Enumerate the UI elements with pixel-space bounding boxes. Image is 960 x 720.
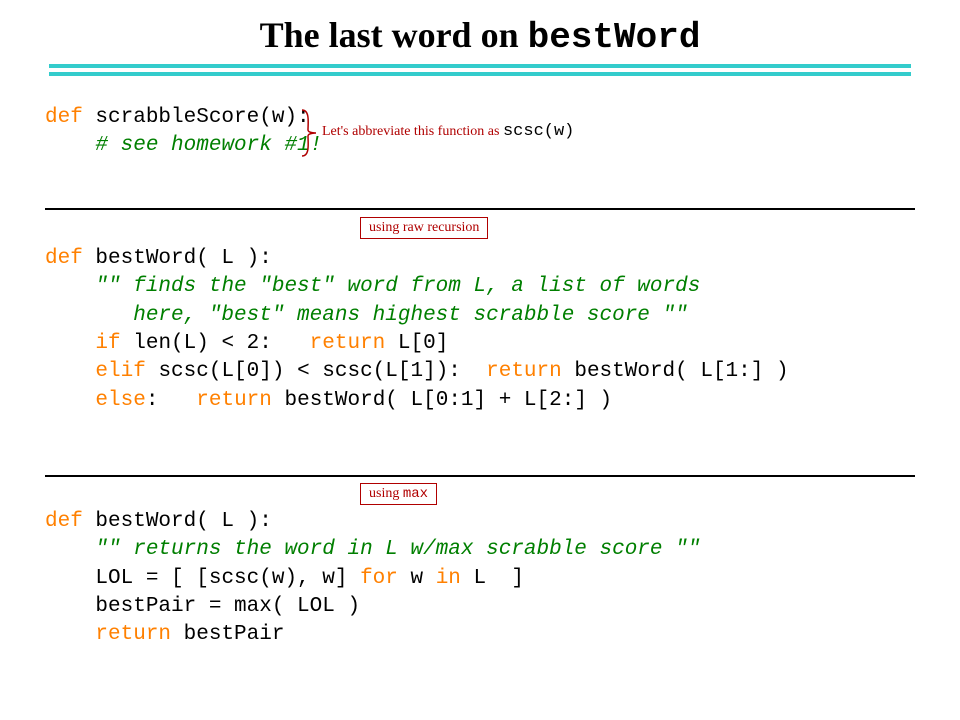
slide-title: The last word on bestWord [45,14,915,58]
code-block-bestword-recursive: def bestWord( L ): "" finds the "best" w… [45,245,789,415]
annotation-abbrev: Let's abbreviate this function as scsc(w… [322,122,574,141]
title-rule [49,64,911,76]
code-block-scrabblescore: def scrabbleScore(w): # see homework #1! [45,104,322,161]
title-prefix: The last word on [260,15,528,55]
brace-icon [300,108,318,158]
title-code: bestWord [528,17,701,58]
label-using-max: using max [360,483,437,505]
divider-2 [45,475,915,477]
divider-1 [45,208,915,210]
label-raw-recursion: using raw recursion [360,217,488,239]
code-block-bestword-max: def bestWord( L ): "" returns the word i… [45,508,700,650]
slide: The last word on bestWord def scrabbleSc… [0,0,960,720]
